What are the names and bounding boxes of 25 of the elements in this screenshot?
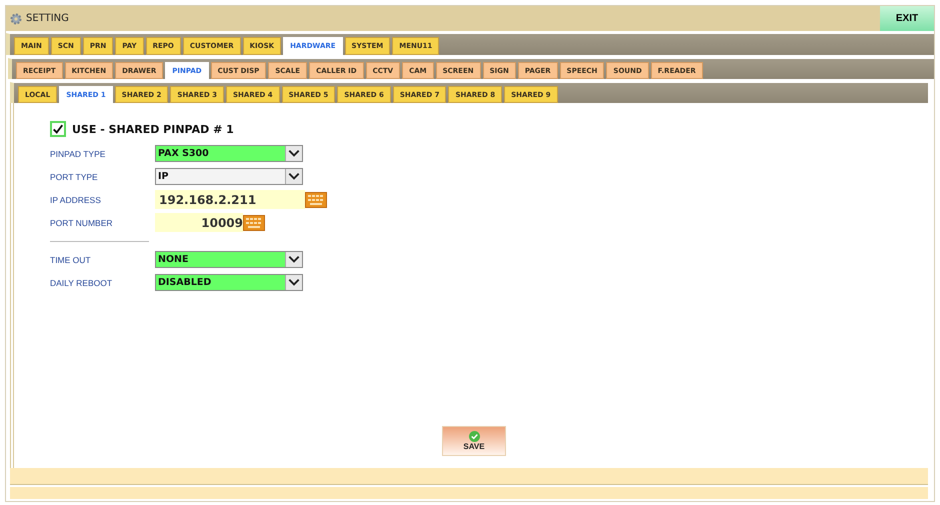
keyboard-icon[interactable]	[305, 192, 327, 208]
chevron-icon	[285, 252, 302, 267]
field-label: IP ADDRESS	[50, 194, 102, 204]
gear-icon	[10, 12, 22, 24]
exit-button[interactable]: EXIT	[880, 6, 934, 31]
chevron-icon	[285, 146, 302, 161]
field-label: PORT NUMBER	[50, 218, 114, 228]
chevron-icon	[285, 275, 302, 290]
input-field[interactable]: 192.168.2.211	[155, 190, 305, 209]
dropdown[interactable]: DISABLED	[155, 274, 303, 291]
check-icon	[468, 431, 480, 442]
field-label: TIME OUT	[50, 254, 92, 264]
field-label: PINPAD TYPE	[50, 148, 106, 158]
dropdown[interactable]: IP	[155, 168, 303, 185]
input-field[interactable]: 10009	[155, 213, 243, 232]
field-label: DAILY REBOOT	[50, 278, 114, 288]
checkbox[interactable]	[50, 121, 66, 137]
save-button[interactable]: SAVE	[442, 426, 506, 456]
dropdown[interactable]: NONE	[155, 251, 303, 268]
keyboard-icon[interactable]	[243, 214, 265, 230]
window-title: SETTING	[26, 13, 70, 24]
chevron-icon	[285, 169, 302, 184]
dropdown[interactable]: PAX S300	[155, 145, 303, 162]
use-label: USE - SHARED PINPAD # 1	[72, 122, 234, 136]
field-label: PORT TYPE	[50, 172, 99, 182]
